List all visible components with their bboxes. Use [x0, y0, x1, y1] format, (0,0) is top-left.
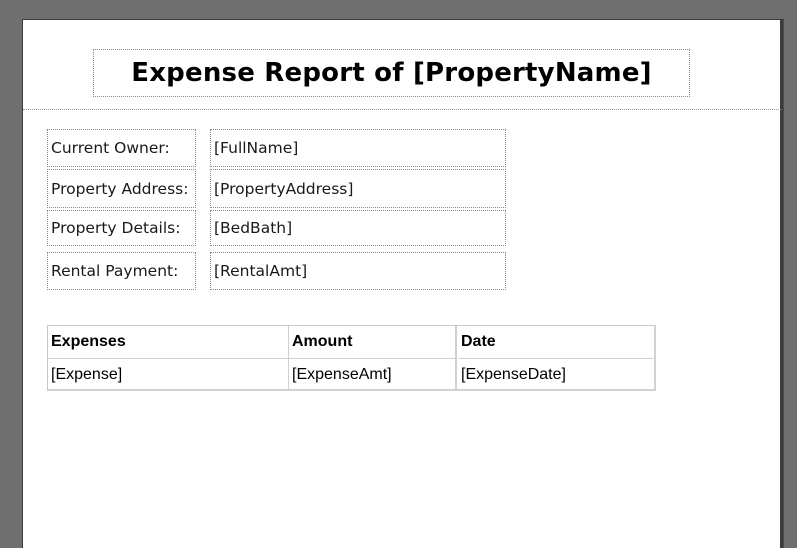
report-title: Expense Report of [PropertyName] — [131, 58, 652, 88]
expenses-header[interactable]: Expenses — [48, 326, 289, 359]
current-owner-label[interactable]: Current Owner: — [47, 129, 196, 167]
date-header[interactable]: Date — [458, 326, 654, 359]
property-address-value[interactable]: [PropertyAddress] — [210, 169, 506, 208]
expense-date-cell[interactable]: [ExpenseDate] — [458, 359, 654, 390]
expense-cell[interactable]: [Expense] — [48, 359, 289, 390]
expense-amount-cell[interactable]: [ExpenseAmt] — [289, 359, 457, 390]
property-details-value[interactable]: [BedBath] — [210, 210, 506, 246]
page-header-separator — [23, 109, 781, 110]
report-title-textbox[interactable]: Expense Report of [PropertyName] — [93, 49, 690, 97]
report-page: Expense Report of [PropertyName] Current… — [22, 19, 781, 548]
expenses-table[interactable]: Expenses Amount Date [Expense] [ExpenseA… — [47, 325, 656, 391]
rental-payment-value[interactable]: [RentalAmt] — [210, 252, 506, 290]
property-address-label[interactable]: Property Address: — [47, 169, 196, 208]
rental-payment-label[interactable]: Rental Payment: — [47, 252, 196, 290]
amount-header[interactable]: Amount — [289, 326, 457, 359]
property-details-label[interactable]: Property Details: — [47, 210, 196, 246]
current-owner-value[interactable]: [FullName] — [210, 129, 506, 167]
